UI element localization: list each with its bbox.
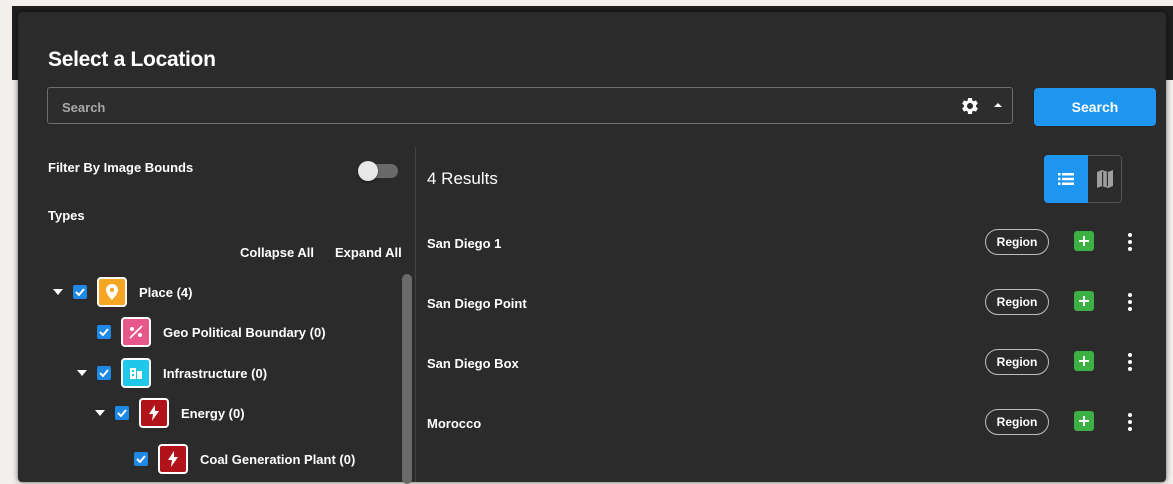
result-row[interactable]: Morocco Region bbox=[416, 409, 1166, 464]
result-name[interactable]: Morocco bbox=[427, 416, 481, 431]
collapse-all-link[interactable]: Collapse All bbox=[240, 245, 314, 260]
tree-label-coal-generation-plant: Coal Generation Plant (0) bbox=[200, 451, 356, 467]
chevron-down-icon[interactable] bbox=[93, 406, 107, 420]
add-result-button[interactable] bbox=[1074, 231, 1094, 251]
tree-label-place: Place (4) bbox=[139, 284, 193, 300]
more-options-icon[interactable] bbox=[1124, 230, 1136, 254]
search-box bbox=[47, 87, 1013, 124]
tree-node-infrastructure[interactable]: Infrastructure (0) bbox=[75, 358, 267, 388]
building-icon bbox=[121, 358, 151, 388]
map-view-button[interactable] bbox=[1088, 155, 1122, 203]
chevron-down-icon[interactable] bbox=[75, 366, 89, 380]
infrastructure-checkbox[interactable] bbox=[97, 366, 111, 380]
search-input[interactable] bbox=[60, 97, 944, 117]
view-mode-toggle bbox=[1044, 155, 1122, 203]
energy-checkbox[interactable] bbox=[115, 406, 129, 420]
plus-icon bbox=[1079, 236, 1089, 246]
tree-node-energy[interactable]: Energy (0) bbox=[93, 398, 245, 428]
search-button[interactable]: Search bbox=[1034, 88, 1156, 126]
filter-by-image-bounds-toggle[interactable] bbox=[358, 161, 400, 181]
tree-label-energy: Energy (0) bbox=[181, 405, 245, 421]
results-count: 4 Results bbox=[427, 169, 498, 188]
list-icon bbox=[1058, 173, 1075, 185]
boundary-icon bbox=[121, 317, 151, 347]
add-result-button[interactable] bbox=[1074, 411, 1094, 431]
result-name[interactable]: San Diego Point bbox=[427, 296, 527, 311]
map-icon bbox=[1096, 170, 1113, 188]
page-backdrop bbox=[0, 0, 12, 473]
expand-all-link[interactable]: Expand All bbox=[335, 245, 402, 260]
result-name[interactable]: San Diego 1 bbox=[427, 236, 501, 251]
place-checkbox[interactable] bbox=[73, 285, 87, 299]
filter-by-image-bounds-label: Filter By Image Bounds bbox=[48, 160, 194, 175]
map-pin-icon bbox=[97, 277, 127, 307]
lightning-icon bbox=[139, 398, 169, 428]
gear-icon[interactable] bbox=[959, 96, 981, 116]
toggle-knob bbox=[358, 161, 378, 181]
more-options-icon[interactable] bbox=[1124, 410, 1136, 434]
tree-node-coal-generation-plant[interactable]: Coal Generation Plant (0) bbox=[134, 444, 355, 474]
list-view-button[interactable] bbox=[1044, 155, 1089, 203]
result-name[interactable]: San Diego Box bbox=[427, 356, 519, 371]
tree-label-geo-political-boundary: Geo Political Boundary (0) bbox=[163, 324, 326, 340]
plus-icon bbox=[1079, 296, 1089, 306]
result-row[interactable]: San Diego Point Region bbox=[416, 289, 1166, 344]
tree-label-infrastructure: Infrastructure (0) bbox=[163, 365, 268, 381]
result-row[interactable]: San Diego Box Region bbox=[416, 349, 1166, 404]
result-row[interactable]: San Diego 1 Region bbox=[416, 229, 1166, 284]
plus-icon bbox=[1079, 356, 1089, 366]
coal-generation-plant-checkbox[interactable] bbox=[134, 452, 148, 466]
result-type-chip: Region bbox=[985, 289, 1049, 315]
caret-up-icon[interactable] bbox=[992, 99, 1004, 111]
tree-node-place[interactable]: Place (4) bbox=[51, 277, 192, 307]
lightning-icon bbox=[158, 444, 188, 474]
more-options-icon[interactable] bbox=[1124, 350, 1136, 374]
geo-political-boundary-checkbox[interactable] bbox=[97, 325, 111, 339]
types-heading: Types bbox=[48, 208, 85, 223]
add-result-button[interactable] bbox=[1074, 351, 1094, 371]
more-options-icon[interactable] bbox=[1124, 290, 1136, 314]
tree-node-geo-political-boundary[interactable]: Geo Political Boundary (0) bbox=[97, 317, 326, 347]
result-type-chip: Region bbox=[985, 229, 1049, 255]
select-location-dialog: Select a Location Search Filter By Image… bbox=[18, 12, 1166, 484]
result-type-chip: Region bbox=[985, 409, 1049, 435]
result-type-chip: Region bbox=[985, 349, 1049, 375]
plus-icon bbox=[1079, 416, 1089, 426]
add-result-button[interactable] bbox=[1074, 291, 1094, 311]
types-scrollbar[interactable] bbox=[402, 274, 412, 484]
dialog-title: Select a Location bbox=[48, 48, 216, 71]
chevron-down-icon[interactable] bbox=[51, 285, 65, 299]
